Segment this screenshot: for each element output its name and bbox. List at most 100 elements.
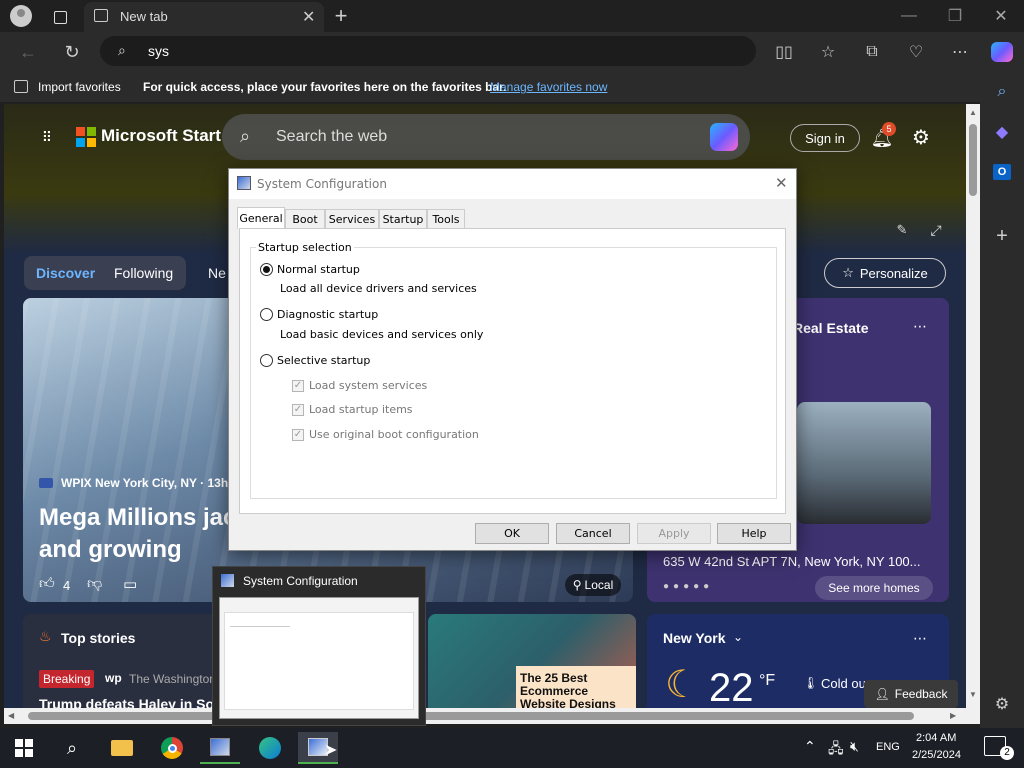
profile-avatar[interactable]: [8, 4, 34, 28]
network-icon[interactable]: 🖧︎: [828, 738, 844, 762]
scroll-left-icon[interactable]: ◀: [8, 711, 14, 720]
load-system-services-checkbox[interactable]: ✓ Load system services: [292, 379, 427, 392]
file-explorer-icon[interactable]: [102, 732, 142, 764]
sidebar-settings-icon[interactable]: ⚙: [990, 692, 1014, 716]
expand-icon[interactable]: ⤢: [926, 220, 946, 240]
tab-discover[interactable]: Discover: [36, 265, 95, 281]
app-launcher-icon[interactable]: ⠿: [36, 126, 58, 148]
customize-background-icon[interactable]: ✎: [892, 220, 912, 240]
tab-services[interactable]: Services: [325, 209, 379, 229]
ok-button[interactable]: OK: [475, 523, 549, 544]
favorites-star-icon[interactable]: ☆: [816, 40, 840, 64]
tab-new-tab[interactable]: New tab ✕: [84, 2, 324, 32]
help-button[interactable]: Help: [717, 523, 791, 544]
personalize-button[interactable]: ☆ Personalize: [824, 258, 946, 288]
import-favorites-link[interactable]: Import favorites: [38, 80, 121, 94]
tab-tools[interactable]: Tools: [427, 209, 465, 229]
chevron-down-icon[interactable]: ⌄: [733, 630, 743, 644]
taskbar-thumbnail[interactable]: System Configuration: [212, 566, 426, 726]
copilot-icon[interactable]: [988, 38, 1016, 66]
h-scroll-thumb[interactable]: [28, 712, 914, 720]
apply-button[interactable]: Apply: [637, 523, 711, 544]
tab-startup[interactable]: Startup: [379, 209, 427, 229]
weather-city: New York: [663, 630, 726, 646]
minimize-button[interactable]: —: [896, 4, 922, 28]
more-menu-icon[interactable]: ⋯: [948, 40, 972, 64]
address-bar[interactable]: ⌕ sys: [100, 36, 756, 66]
normal-startup-radio[interactable]: Normal startup: [260, 263, 360, 276]
scroll-down-icon[interactable]: ▼: [969, 690, 977, 699]
local-badge[interactable]: ⚲ Local: [565, 574, 621, 596]
thumbnail-title: System Configuration: [243, 574, 358, 588]
sidebar-copilot-icon[interactable]: ◆: [990, 120, 1014, 144]
dialog-close-icon[interactable]: ✕: [775, 174, 788, 192]
weather-unit: °F: [759, 672, 776, 689]
show-hidden-icons-chevron[interactable]: ⌃: [804, 738, 816, 755]
clock-date[interactable]: 2/25/2024: [912, 749, 961, 761]
mouse-cursor-icon: ➤: [324, 742, 338, 759]
refresh-icon[interactable]: ↻: [60, 40, 84, 64]
sidebar-search-icon[interactable]: ⌕: [990, 80, 1014, 104]
moon-icon: ☾: [665, 664, 700, 706]
radio-button[interactable]: [260, 263, 273, 276]
tab-general[interactable]: General: [237, 207, 285, 229]
close-tab-icon[interactable]: ✕: [302, 7, 315, 27]
web-search-input[interactable]: Search the web: [276, 128, 387, 146]
msconfig-taskbar-icon[interactable]: [200, 732, 240, 764]
start-windows-icon[interactable]: [4, 732, 44, 764]
page-settings-icon[interactable]: ⚙: [908, 124, 934, 150]
diagnostic-startup-desc: Load basic devices and services only: [280, 328, 484, 341]
scroll-right-icon[interactable]: ▶: [950, 711, 956, 720]
feedback-button[interactable]: 👤︎ Feedback: [864, 680, 958, 708]
article-source: WPIX New York City, NY · 13h: [61, 476, 229, 490]
close-window-button[interactable]: ✕: [988, 4, 1014, 28]
edge-icon[interactable]: [250, 732, 290, 764]
comment-icon[interactable]: ▭: [123, 575, 137, 593]
load-startup-items-checkbox[interactable]: ✓ Load startup items: [292, 403, 413, 416]
chrome-icon[interactable]: [152, 732, 192, 764]
sign-in-button[interactable]: Sign in: [790, 124, 860, 152]
card-more-icon[interactable]: ⋯: [913, 318, 927, 335]
cancel-button[interactable]: Cancel: [556, 523, 630, 544]
back-icon[interactable]: ←: [16, 40, 40, 64]
use-original-boot-config-checkbox[interactable]: ✓ Use original boot configuration: [292, 428, 479, 441]
listing-address: 635 W 42nd St APT 7N, New York, NY 100..…: [663, 554, 921, 569]
thumbnail-app-icon: [221, 574, 234, 587]
input-language[interactable]: ENG: [876, 741, 900, 753]
taskbar-search-icon[interactable]: ⌕: [52, 732, 92, 764]
tab-following[interactable]: Following: [114, 265, 173, 281]
feedback-icon: 👤︎: [874, 687, 890, 701]
card-more-icon[interactable]: ⋯: [913, 630, 927, 647]
volume-muted-icon[interactable]: 🔇︎: [850, 738, 859, 755]
copilot-search-icon[interactable]: [710, 123, 738, 151]
collections-icon[interactable]: ⧉: [860, 40, 884, 64]
browser-essentials-icon[interactable]: ♡: [904, 40, 928, 64]
new-tab-button[interactable]: +: [330, 3, 352, 28]
split-screen-icon[interactable]: ▯▯: [772, 40, 796, 64]
restore-button[interactable]: ❐: [942, 4, 968, 28]
scroll-up-icon[interactable]: ▲: [969, 108, 977, 117]
horizontal-scrollbar[interactable]: ◀ ▶: [4, 708, 966, 724]
scroll-thumb[interactable]: [969, 124, 977, 196]
sidebar-outlook-icon[interactable]: O: [990, 160, 1014, 184]
vertical-scrollbar[interactable]: ▲ ▼: [966, 104, 980, 724]
diagnostic-startup-radio[interactable]: Diagnostic startup: [260, 308, 378, 321]
tab-news[interactable]: Ne: [208, 265, 226, 281]
selective-startup-label: Selective startup: [277, 354, 371, 367]
sidebar-add-icon[interactable]: +: [990, 224, 1014, 248]
dislike-icon[interactable]: 👎︎: [87, 575, 102, 593]
web-search-box[interactable]: ⌕ Search the web: [222, 114, 750, 160]
radio-button[interactable]: [260, 308, 273, 321]
see-more-homes-button[interactable]: See more homes: [815, 576, 933, 600]
tab-actions-icon[interactable]: [48, 6, 72, 28]
tab-boot[interactable]: Boot: [285, 209, 325, 229]
diagnostic-startup-label: Diagnostic startup: [277, 308, 379, 321]
selective-startup-radio[interactable]: Selective startup: [260, 354, 370, 367]
radio-button[interactable]: [260, 354, 273, 367]
clock-time[interactable]: 2:04 AM: [916, 732, 956, 744]
manage-favorites-link[interactable]: Manage favorites now: [490, 80, 607, 94]
article-headline[interactable]: Mega Millions jac and growing: [39, 502, 239, 566]
address-input[interactable]: sys: [148, 43, 169, 59]
dialog-title-bar[interactable]: System Configuration ✕: [229, 169, 796, 199]
like-icon[interactable]: 👍︎: [39, 575, 55, 593]
